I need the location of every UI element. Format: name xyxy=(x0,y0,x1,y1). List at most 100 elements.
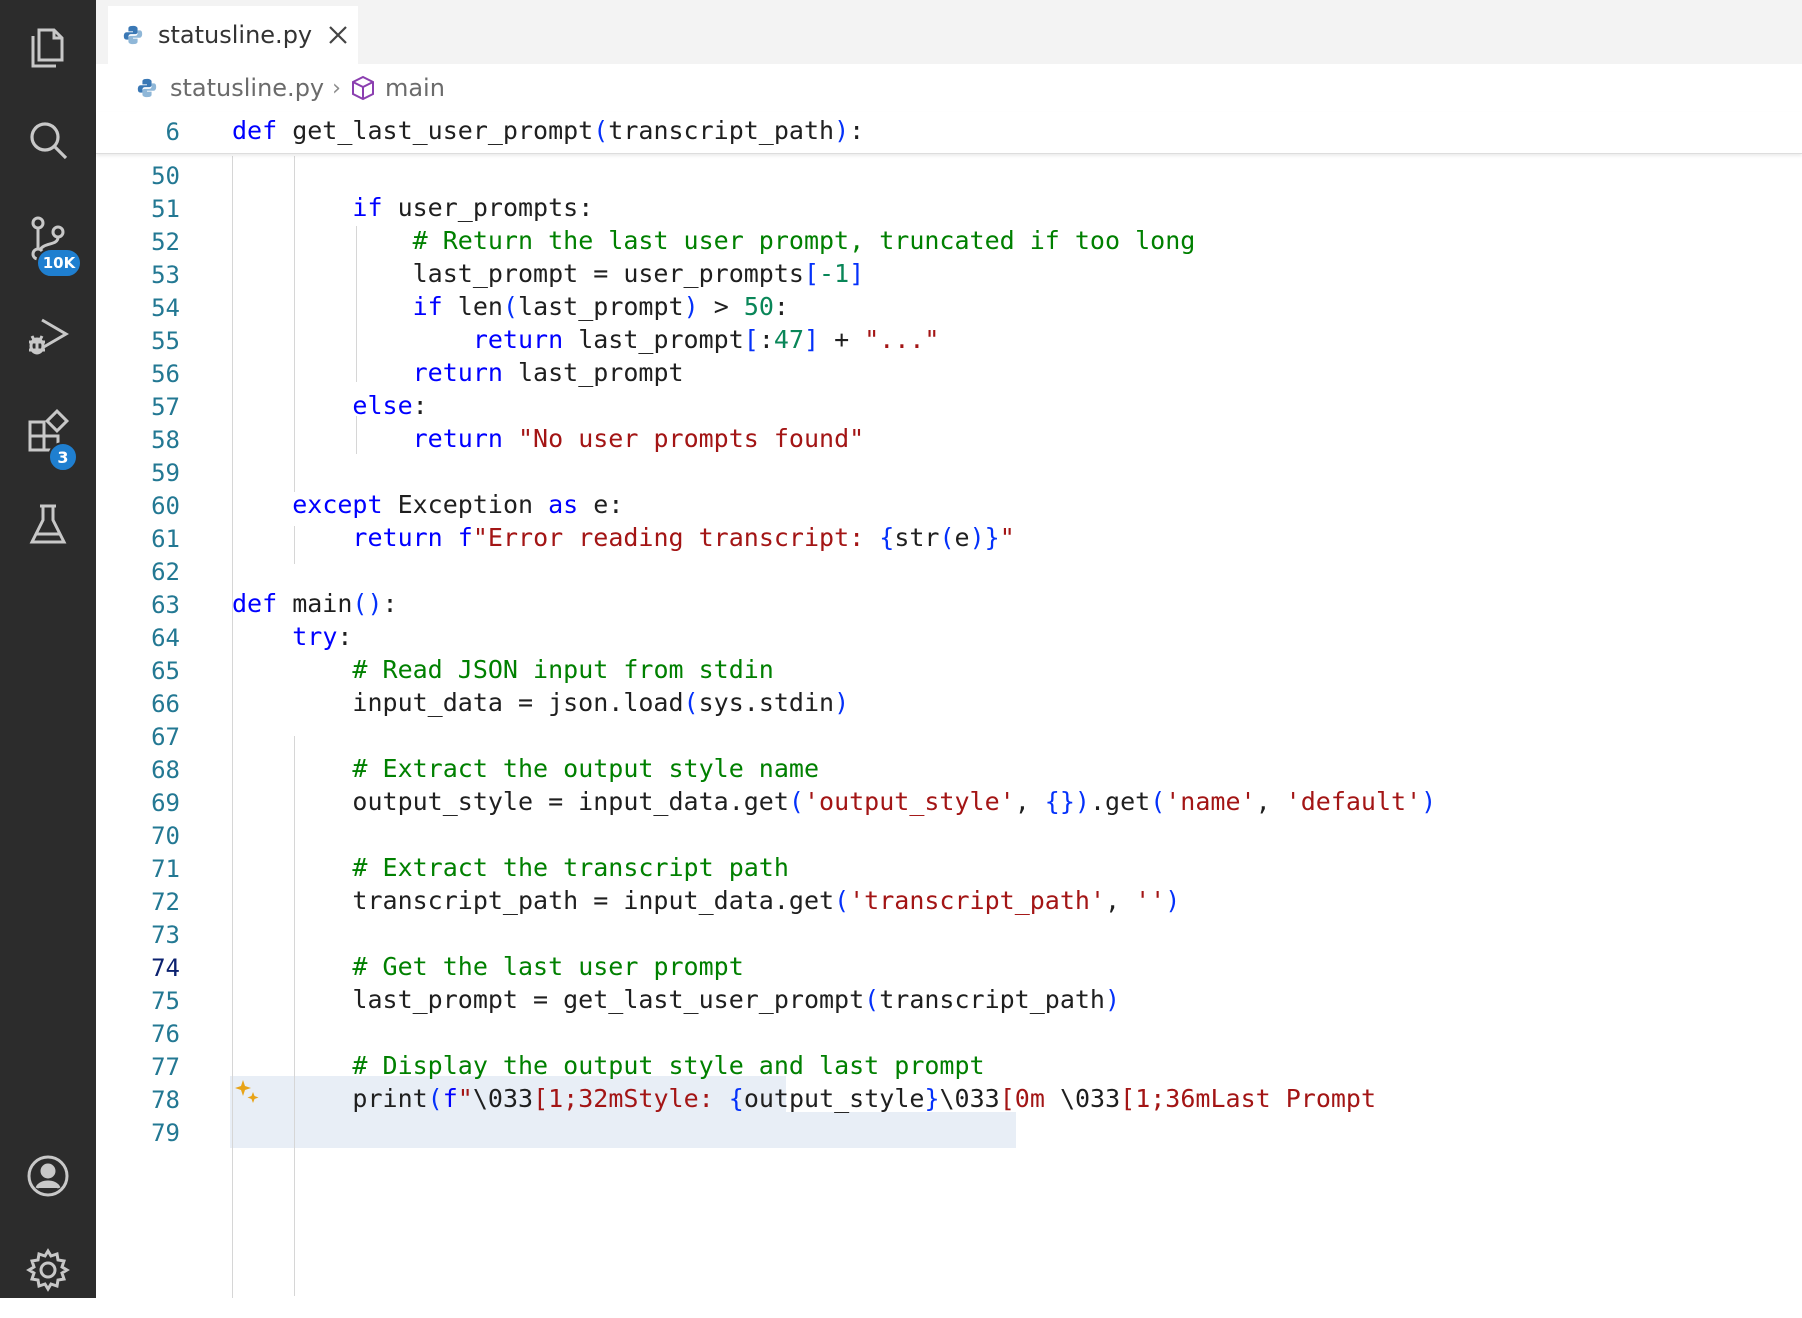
line-number: 67 xyxy=(151,723,180,751)
code-token: return xyxy=(412,358,503,387)
code-token: ( xyxy=(593,116,609,145)
code-token: # Get the last user prompt xyxy=(352,952,744,981)
code-line[interactable]: output_style = input_data.get('output_st… xyxy=(232,787,1436,816)
code-token: ( xyxy=(939,523,955,552)
explorer-icon[interactable] xyxy=(0,0,96,96)
code-line[interactable]: return f"Error reading transcript: {str(… xyxy=(232,523,1014,552)
code-token: ) xyxy=(834,688,850,717)
line-number: 71 xyxy=(151,855,180,883)
code-token: () xyxy=(352,589,383,618)
code-line[interactable]: if user_prompts: xyxy=(232,193,593,222)
extensions-icon[interactable]: 3 xyxy=(0,384,96,480)
code-token: transcript_path xyxy=(608,116,835,145)
close-icon[interactable] xyxy=(324,21,352,49)
editor: statusline.py statusline.py › main 6 def… xyxy=(96,0,1802,1298)
code-line[interactable]: print(f"\033[1;32mStyle: {output_style}\… xyxy=(232,1084,1376,1113)
source-control-icon[interactable]: 10K xyxy=(0,190,96,286)
code-token: # Extract the output style name xyxy=(352,754,820,783)
code-token: last_prompt xyxy=(502,358,684,387)
code-token: sys.stdin xyxy=(698,688,835,717)
method-cube-icon xyxy=(351,75,374,101)
code-line[interactable]: # Read JSON input from stdin xyxy=(232,655,773,684)
code-line[interactable]: last_prompt = user_prompts[-1] xyxy=(232,259,865,288)
code-token: try xyxy=(292,622,338,651)
code-token: Exception xyxy=(382,490,549,519)
code-token: 47 xyxy=(773,325,804,354)
code-line[interactable]: except Exception as e: xyxy=(232,490,623,519)
code-token: ( xyxy=(427,1084,443,1113)
line-number: 68 xyxy=(151,756,180,784)
code-token: } xyxy=(924,1084,940,1113)
code-token: 50 xyxy=(743,292,774,321)
selection-highlight xyxy=(230,1112,1016,1148)
code-token: "..." xyxy=(864,325,940,354)
code-token: 'name' xyxy=(1165,787,1256,816)
code-line[interactable]: last_prompt = get_last_user_prompt(trans… xyxy=(232,985,1120,1014)
tab-statusline[interactable]: statusline.py xyxy=(108,6,358,64)
code-token: return xyxy=(352,523,443,552)
code-token: [1;36mLast Prompt xyxy=(1120,1084,1377,1113)
tab-strip: statusline.py xyxy=(96,0,1802,64)
line-number: 64 xyxy=(151,624,180,652)
code-line[interactable]: return last_prompt xyxy=(232,358,684,387)
code-line[interactable]: def main(): xyxy=(232,589,398,618)
code-line[interactable]: input_data = json.load(sys.stdin) xyxy=(232,688,849,717)
code-line[interactable]: # Extract the output style name xyxy=(232,754,819,783)
code-token: , xyxy=(1105,886,1136,915)
code-line[interactable]: transcript_path = input_data.get('transc… xyxy=(232,886,1180,915)
line-number: 78 xyxy=(151,1086,180,1114)
indent-guide xyxy=(294,736,295,1296)
code-token: } xyxy=(984,523,1000,552)
breadcrumb-file[interactable]: statusline.py xyxy=(170,74,324,102)
accounts-icon[interactable] xyxy=(0,1128,96,1224)
code-token: # Extract the transcript path xyxy=(352,853,789,882)
chevron-right-icon: › xyxy=(332,75,341,101)
code-line[interactable]: else: xyxy=(232,391,427,420)
code-line[interactable]: return "No user prompts found" xyxy=(232,424,865,453)
line-number: 51 xyxy=(151,195,180,223)
breadcrumb-symbol[interactable]: main xyxy=(385,74,445,102)
code-line[interactable]: if len(last_prompt) > 50: xyxy=(232,292,789,321)
line-number: 50 xyxy=(151,162,180,190)
line-number: 77 xyxy=(151,1053,180,1081)
tab-label: statusline.py xyxy=(158,21,313,49)
code-line[interactable]: # Extract the transcript path xyxy=(232,853,789,882)
sticky-scroll-line[interactable]: 6 def get_last_user_prompt(transcript_pa… xyxy=(96,112,1802,154)
line-number: 54 xyxy=(151,294,180,322)
code-token: [0m xyxy=(999,1084,1060,1113)
code-line[interactable]: try: xyxy=(232,622,352,651)
code-area[interactable]: 50 51 if user_prompts: 52 # Return the las… xyxy=(96,156,1802,1298)
line-number: 6 xyxy=(165,118,180,146)
line-number: 53 xyxy=(151,261,180,289)
manage-gear-icon[interactable] xyxy=(0,1222,96,1318)
code-token: f xyxy=(442,1084,458,1113)
testing-icon[interactable] xyxy=(0,476,96,572)
code-token: ( xyxy=(502,292,519,321)
code-token: : xyxy=(337,622,353,651)
code-line[interactable]: # Get the last user prompt xyxy=(232,952,744,981)
code-token: return xyxy=(412,424,503,453)
code-token: str xyxy=(894,523,940,552)
code-line[interactable]: def get_last_user_prompt(transcript_path… xyxy=(232,116,864,145)
code-token: .get xyxy=(1089,787,1151,816)
code-token: e xyxy=(954,523,970,552)
code-token: input_data = json.load xyxy=(232,688,684,717)
breadcrumb: statusline.py › main xyxy=(96,64,1802,112)
line-number: 57 xyxy=(151,393,180,421)
code-line[interactable]: return last_prompt[:47] + "..." xyxy=(232,325,940,354)
code-token: '' xyxy=(1135,886,1166,915)
python-file-icon xyxy=(123,25,143,45)
code-token: except xyxy=(292,490,383,519)
code-line[interactable]: # Display the output style and last prom… xyxy=(232,1051,984,1080)
run-debug-icon[interactable] xyxy=(0,288,96,384)
code-token: [ xyxy=(743,325,759,354)
code-line[interactable]: # Return the last user prompt, truncated… xyxy=(232,226,1196,255)
code-token: \033 xyxy=(1059,1084,1121,1113)
code-token: ) xyxy=(834,116,850,145)
code-token: , xyxy=(1014,787,1045,816)
search-icon[interactable] xyxy=(0,92,96,188)
